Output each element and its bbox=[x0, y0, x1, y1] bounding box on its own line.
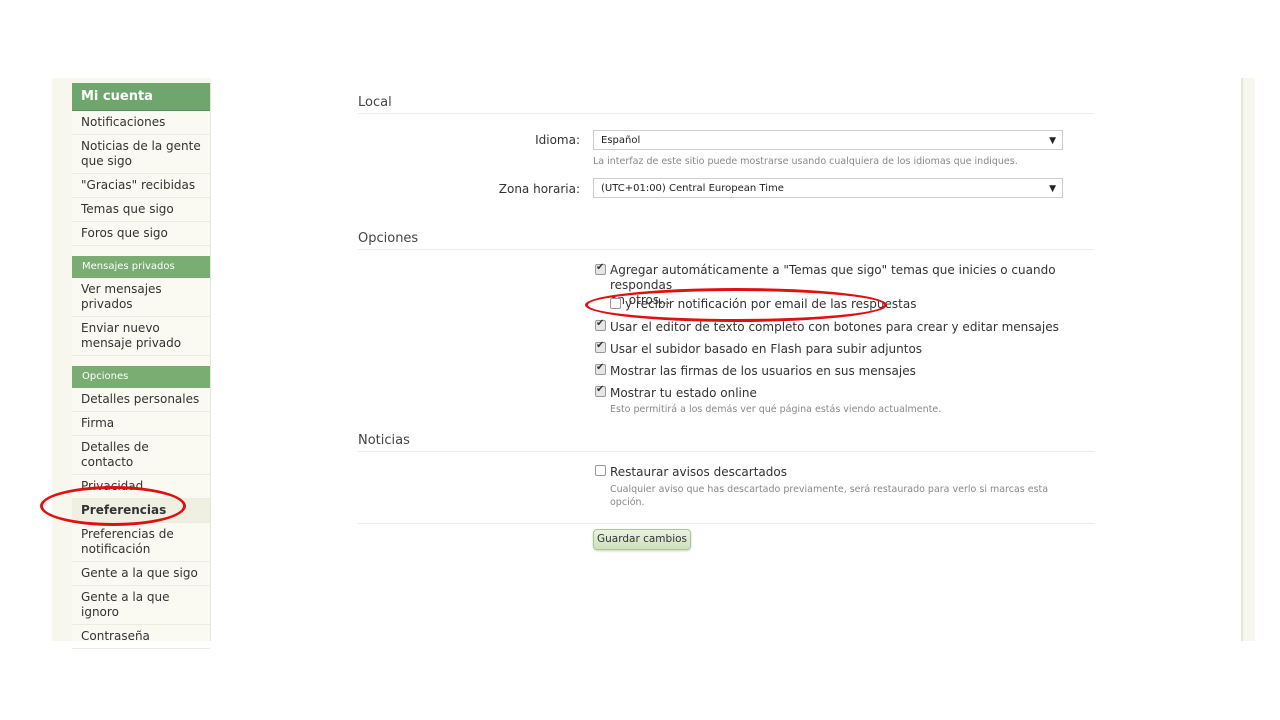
timezone-select[interactable]: (UTC+01:00) Central European Time ▼ bbox=[593, 178, 1063, 198]
restore-notices-hint: Cualquier aviso que has descartado previ… bbox=[610, 483, 1050, 509]
show-signatures-label: Mostrar las firmas de los usuarios en su… bbox=[610, 364, 916, 378]
show-online-hint: Esto permitirá a los demás ver qué págin… bbox=[610, 404, 942, 415]
sidebar-section-mensajes: Mensajes privados bbox=[72, 256, 210, 278]
section-divider bbox=[358, 451, 1094, 452]
sidebar-item-enviar-mensaje[interactable]: Enviar nuevo mensaje privado bbox=[72, 317, 210, 356]
flash-uploader-checkbox[interactable] bbox=[595, 340, 606, 353]
section-divider bbox=[358, 249, 1094, 250]
sidebar-item-temas[interactable]: Temas que sigo bbox=[72, 198, 210, 222]
show-online-label: Mostrar tu estado online bbox=[610, 386, 757, 400]
sidebar-item-foros[interactable]: Foros que sigo bbox=[72, 222, 210, 246]
restore-hint-line2: opción. bbox=[610, 497, 645, 508]
full-editor-label: Usar el editor de texto completo con bot… bbox=[610, 320, 1059, 334]
frame-border bbox=[1241, 78, 1243, 641]
sidebar-item-noticias[interactable]: Noticias de la gente que sigo bbox=[72, 135, 210, 174]
email-notify-label: y recibir notificación por email de las … bbox=[625, 297, 917, 311]
language-hint: La interfaz de este sitio puede mostrars… bbox=[593, 156, 1018, 167]
sidebar-item-firma[interactable]: Firma bbox=[72, 412, 210, 436]
chevron-down-icon: ▼ bbox=[1049, 184, 1056, 194]
sidebar-item-preferencias[interactable]: Preferencias bbox=[72, 499, 210, 523]
sidebar-item-notificaciones[interactable]: Notificaciones bbox=[72, 111, 210, 135]
full-editor-checkbox[interactable] bbox=[595, 318, 606, 331]
restore-notices-label: Restaurar avisos descartados bbox=[610, 465, 787, 479]
language-label: Idioma: bbox=[535, 133, 580, 147]
sidebar-header: Mi cuenta bbox=[72, 83, 210, 111]
chevron-down-icon: ▼ bbox=[1049, 136, 1056, 146]
language-value: Español bbox=[601, 135, 641, 146]
sidebar-item-ver-mensajes[interactable]: Ver mensajes privados bbox=[72, 278, 210, 317]
sidebar-item-detalles[interactable]: Detalles personales bbox=[72, 388, 210, 412]
section-divider bbox=[358, 113, 1094, 114]
sidebar-item-contrasena[interactable]: Contraseña bbox=[72, 625, 210, 649]
timezone-label: Zona horaria: bbox=[498, 182, 580, 196]
restore-hint-line1: Cualquier aviso que has descartado previ… bbox=[610, 484, 1049, 495]
sidebar-item-contacto[interactable]: Detalles de contacto bbox=[72, 436, 210, 475]
show-online-checkbox[interactable] bbox=[595, 384, 606, 397]
section-title-opciones: Opciones bbox=[358, 231, 419, 246]
sidebar-item-privacidad[interactable]: Privacidad bbox=[72, 475, 210, 499]
section-title-local: Local bbox=[358, 95, 392, 110]
sidebar-item-gente-sigo[interactable]: Gente a la que sigo bbox=[72, 562, 210, 586]
timezone-value: (UTC+01:00) Central European Time bbox=[601, 183, 784, 194]
section-divider bbox=[358, 523, 1094, 524]
sidebar-item-pref-notificacion[interactable]: Preferencias de notificación bbox=[72, 523, 210, 562]
save-changes-button[interactable]: Guardar cambios bbox=[593, 529, 691, 550]
restore-notices-checkbox[interactable] bbox=[595, 465, 606, 476]
flash-uploader-label: Usar el subidor basado en Flash para sub… bbox=[610, 342, 923, 356]
sidebar-item-gracias[interactable]: "Gracias" recibidas bbox=[72, 174, 210, 198]
section-title-noticias: Noticias bbox=[358, 433, 410, 448]
language-select[interactable]: Español ▼ bbox=[593, 130, 1063, 150]
auto-follow-line1: Agregar automáticamente a "Temas que sig… bbox=[610, 263, 1056, 292]
auto-follow-checkbox[interactable] bbox=[595, 262, 606, 275]
sidebar-item-gente-ignoro[interactable]: Gente a la que ignoro bbox=[72, 586, 210, 625]
email-notify-checkbox[interactable] bbox=[610, 298, 621, 309]
account-sidebar: Mi cuenta Notificaciones Noticias de la … bbox=[72, 83, 211, 649]
show-signatures-checkbox[interactable] bbox=[595, 362, 606, 375]
sidebar-section-opciones: Opciones bbox=[72, 366, 210, 388]
